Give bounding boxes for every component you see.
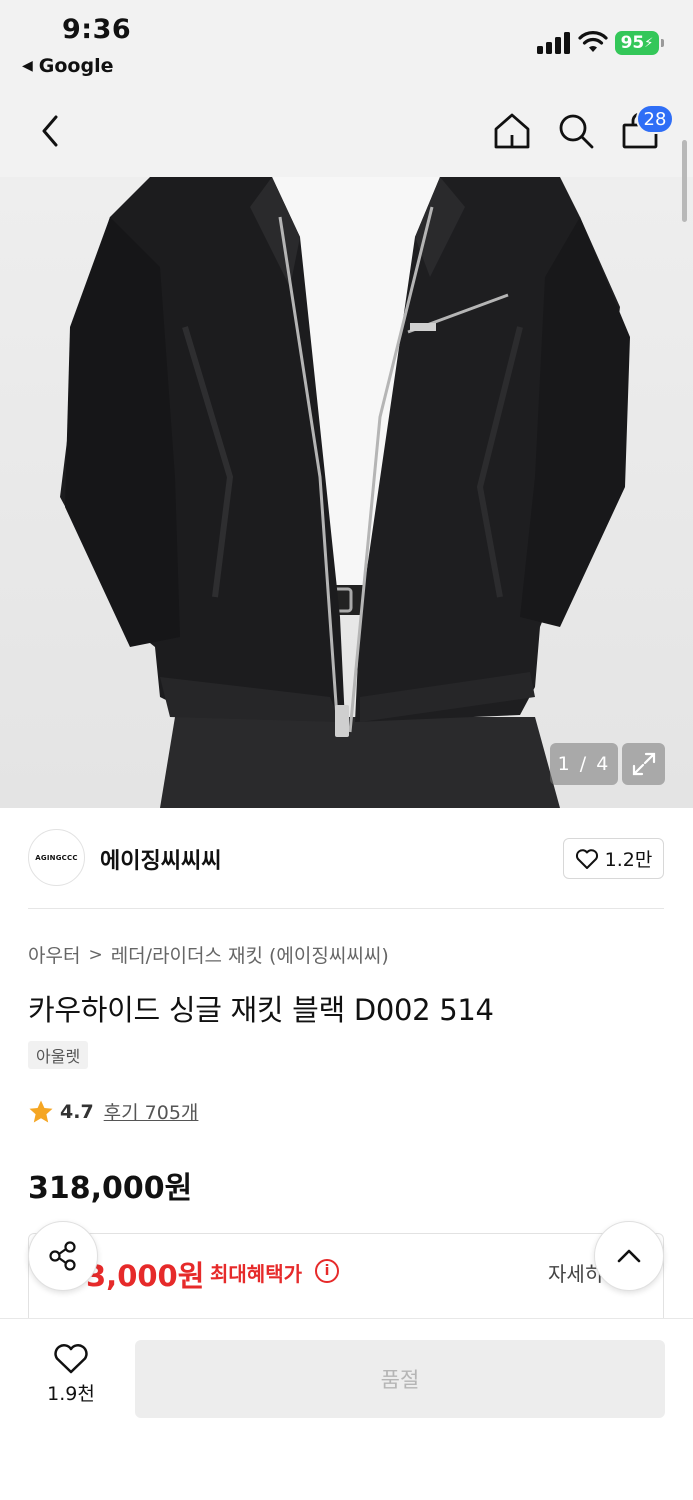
- wifi-icon: [578, 31, 608, 52]
- share-button[interactable]: [28, 1221, 98, 1291]
- outlet-tag: 아울렛: [28, 1041, 89, 1069]
- search-icon[interactable]: [556, 111, 596, 151]
- wishlist-count: 1.9천: [47, 1383, 95, 1405]
- sold-out-button[interactable]: 품절: [135, 1340, 665, 1418]
- chevron-up-icon: [617, 1249, 641, 1263]
- brand-logo[interactable]: AGINGCCC: [28, 829, 85, 886]
- reviews-link[interactable]: 후기 705개: [104, 1098, 199, 1125]
- divider: [28, 908, 664, 909]
- breadcrumb-subcategory[interactable]: 레더/라이더스 재킷 (에이징씨씨씨): [111, 941, 389, 968]
- heart-icon: [575, 848, 598, 869]
- fullscreen-button[interactable]: [622, 743, 665, 785]
- charging-bolt-icon: ⚡: [644, 35, 654, 51]
- status-time: 9:36: [62, 14, 132, 45]
- battery-indicator: 95 ⚡: [615, 31, 664, 55]
- status-bar: 9:36 ◀ Google 95 ⚡: [0, 0, 693, 95]
- back-chevron-icon[interactable]: [36, 111, 66, 151]
- max-benefit-label: 최대혜택가: [210, 1262, 302, 1286]
- product-image-gallery[interactable]: [0, 177, 693, 808]
- top-navigation-bar: [0, 95, 693, 177]
- brand-like-button[interactable]: 1.2만: [563, 838, 664, 879]
- expand-icon: [632, 752, 655, 776]
- product-price: 318,000원: [28, 1171, 193, 1206]
- wishlist-button[interactable]: 1.9천: [38, 1343, 104, 1415]
- brand-name[interactable]: 에이징씨씨씨: [100, 843, 221, 875]
- image-counter: 1 / 4: [550, 743, 618, 785]
- back-app-label: Google: [38, 55, 114, 77]
- breadcrumb-category[interactable]: 아우터: [28, 941, 80, 968]
- back-to-app-link[interactable]: ◀ Google: [22, 55, 113, 77]
- cellular-signal-icon: [537, 32, 570, 54]
- breadcrumb: 아우터 > 레더/라이더스 재킷 (에이징씨씨씨): [28, 941, 389, 968]
- chevron-right-icon: >: [88, 944, 103, 965]
- brand-like-count: 1.2만: [604, 849, 653, 871]
- back-triangle-icon: ◀: [22, 58, 33, 74]
- scroll-top-button[interactable]: [594, 1221, 664, 1291]
- scroll-indicator: [682, 140, 687, 222]
- battery-level: 95: [620, 33, 645, 53]
- rating-row: 4.7 후기 705개: [28, 1098, 198, 1125]
- cart-count-badge: 28: [636, 104, 674, 134]
- max-benefit-price: 3,000원: [86, 1259, 205, 1293]
- home-icon[interactable]: [492, 111, 532, 151]
- heart-icon: [54, 1344, 88, 1374]
- rating-score: 4.7: [60, 1100, 94, 1123]
- share-icon: [49, 1241, 76, 1271]
- info-icon[interactable]: i: [315, 1259, 339, 1283]
- product-photo: [60, 177, 630, 808]
- star-icon: [29, 1100, 53, 1122]
- product-title: 카우하이드 싱글 재킷 블랙 D002 514: [28, 993, 494, 1027]
